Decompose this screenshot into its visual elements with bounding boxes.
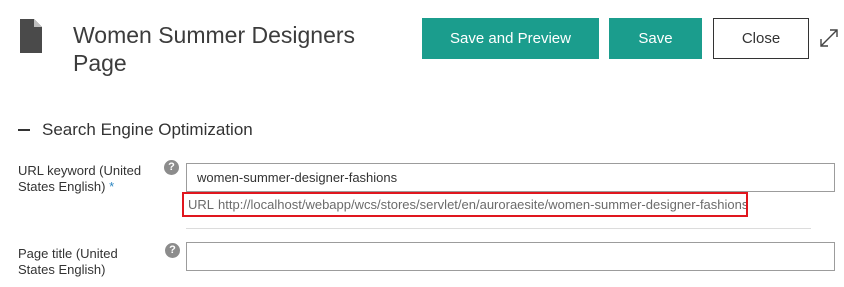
question-mark-icon[interactable]: ? (164, 160, 179, 175)
save-button[interactable]: Save (609, 18, 702, 59)
page-title: Women Summer Designers Page (73, 22, 356, 76)
expand-arrows-icon[interactable] (819, 28, 839, 48)
url-value: http://localhost/webapp/wcs/stores/servl… (218, 197, 748, 212)
url-preview: URL http://localhost/webapp/wcs/stores/s… (182, 192, 748, 217)
required-indicator: * (109, 179, 115, 194)
seo-section-header[interactable]: Search Engine Optimization (18, 120, 253, 140)
url-keyword-label-text: URL keyword (United States English) (18, 163, 142, 194)
page-title-input[interactable] (186, 242, 835, 271)
field-divider (186, 228, 811, 229)
section-title: Search Engine Optimization (42, 120, 253, 139)
page-title-label: Page title (United States English) (18, 246, 118, 277)
question-mark-icon[interactable]: ? (165, 243, 180, 258)
page-document-icon (20, 19, 42, 53)
minus-icon[interactable] (18, 129, 30, 131)
url-keyword-input[interactable] (186, 163, 835, 192)
url-prefix: URL (188, 197, 215, 212)
close-button[interactable]: Close (713, 18, 809, 59)
save-and-preview-button[interactable]: Save and Preview (422, 18, 599, 59)
url-keyword-label: URL keyword (United States English) * (18, 163, 158, 195)
